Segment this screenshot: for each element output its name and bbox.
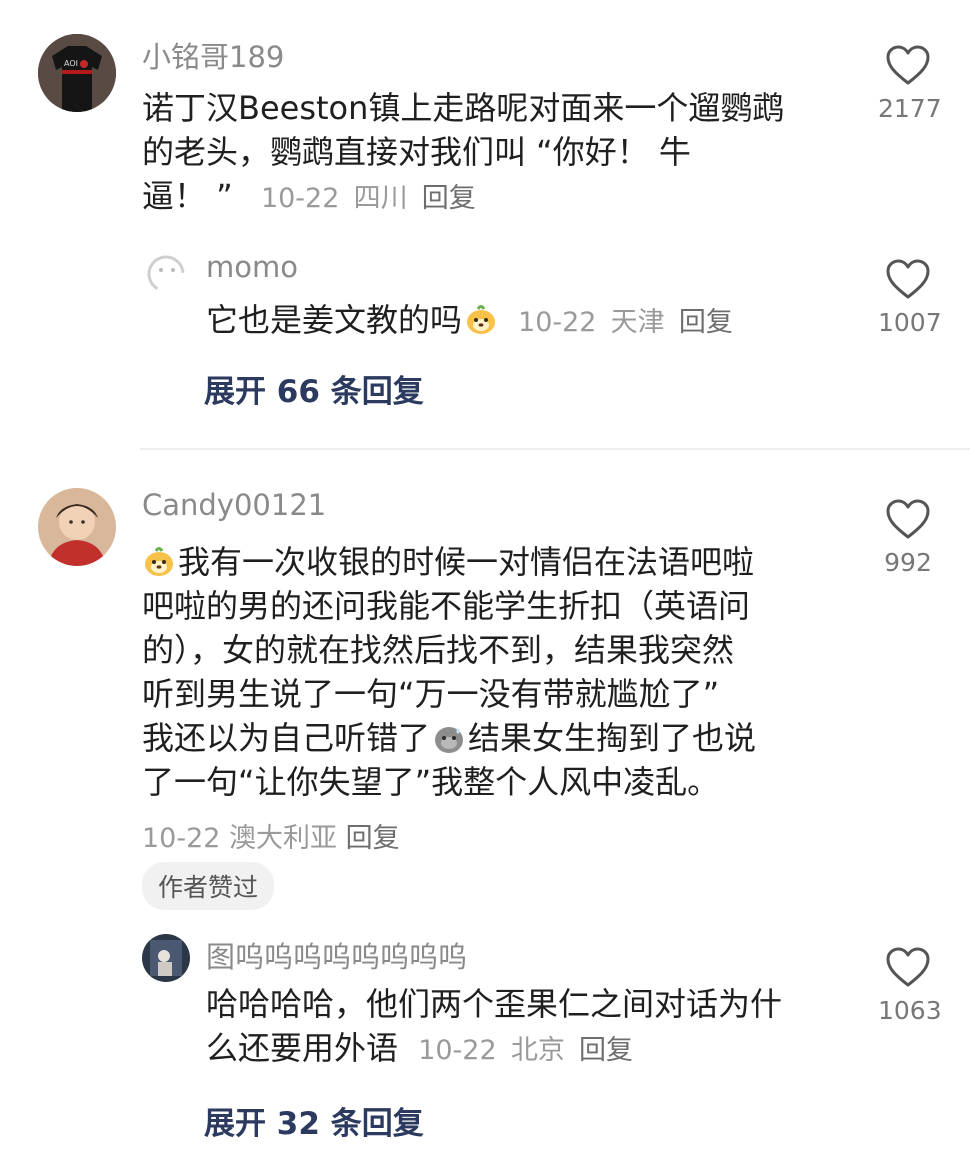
like-count: 2177 [878, 94, 942, 123]
avatar[interactable] [146, 254, 186, 294]
comment-text-line: 我有一次收银的时候一对情侣在法语吧啦 [178, 543, 755, 581]
comment-location: 四川 [353, 183, 408, 214]
puppy-emoji-icon [467, 305, 496, 334]
divider [140, 448, 970, 450]
avatar[interactable] [142, 934, 190, 982]
reply-text: 哈哈哈哈，他们两个歪果仁之间对话为什 么还要用外语 10-22 北京 回复 [206, 982, 856, 1073]
comment-location: 澳大利亚 [229, 823, 338, 854]
comment-text-line: 了一句“让你失望了”我整个人风中凌乱。 [142, 763, 720, 801]
sweat-emoji-icon [435, 727, 464, 753]
author-liked-badge: 作者赞过 [142, 862, 275, 910]
comment-date: 10-22 [142, 823, 221, 854]
comment-username[interactable]: Candy00121 [142, 488, 326, 522]
comment-text-line: 结果女生掏到了也说 [468, 719, 757, 757]
reply-button[interactable]: 回复 [346, 823, 400, 854]
reply-text-line-with-meta: 么还要用外语 10-22 北京 回复 [206, 1026, 856, 1073]
comment-text: 诺丁汉Beeston镇上走路呢对面来一个遛鹦鹉 的老头，鹦鹉直接对我们叫 “你好… [142, 86, 842, 221]
reply-location: 天津 [610, 307, 665, 338]
avatar[interactable]: AOI [38, 34, 116, 112]
comment-text-line: 听到男生说了一句“万一没有带就尴尬了” [142, 675, 720, 713]
comment-meta: 10-22 澳大利亚 回复 [142, 816, 400, 855]
reply-date: 10-22 [518, 307, 597, 338]
reply-location: 北京 [510, 1035, 565, 1066]
expand-replies-button[interactable]: 展开 32 条回复 [204, 1098, 424, 1143]
like-count: 992 [884, 548, 932, 577]
reply-text: 它也是姜文教的吗 [206, 301, 463, 339]
like-count: 1007 [878, 308, 942, 337]
heart-icon [886, 499, 930, 539]
reply-text-line: 哈哈哈哈，他们两个歪果仁之间对话为什 [206, 985, 783, 1023]
comment-text-line: 吧啦的男的还问我能不能学生折扣（英语问 [142, 587, 751, 625]
like-button[interactable]: 2177 [878, 44, 942, 123]
comment-text-line: 诺丁汉Beeston镇上走路呢对面来一个遛鹦鹉 [142, 89, 785, 127]
comment-text-line-with-meta: 逼！ ” 10-22 四川 回复 [142, 174, 842, 221]
svg-text:AOI: AOI [64, 59, 78, 68]
like-button[interactable]: 1063 [878, 946, 942, 1025]
puppy-emoji-icon [145, 547, 173, 576]
comment-text-line: 的老头，鹦鹉直接对我们叫 “你好！ 牛 [142, 133, 691, 171]
comment-text: 我有一次收银的时候一对情侣在法语吧啦 吧啦的男的还问我能不能学生折扣（英语问 的… [142, 540, 842, 804]
reply-text-line: 么还要用外语 [206, 1029, 399, 1067]
comment-date: 10-22 [260, 183, 340, 214]
reply-button[interactable]: 回复 [679, 307, 733, 338]
reply-text-row: 它也是姜文教的吗 10-22 天津 回复 [206, 298, 733, 345]
reply-username[interactable]: 图呜呜呜呜呜呜呜呜 [206, 934, 467, 976]
reply-username[interactable]: momo [206, 250, 298, 284]
reply-button[interactable]: 回复 [422, 183, 476, 214]
like-button[interactable]: 1007 [878, 258, 942, 337]
heart-icon [886, 947, 930, 987]
comment-text-line: 的），女的就在找然后找不到，结果我突然 [142, 631, 735, 669]
reply-date: 10-22 [418, 1035, 497, 1066]
like-count: 1063 [878, 996, 942, 1025]
reply-button[interactable]: 回复 [579, 1035, 633, 1066]
heart-icon [886, 259, 930, 299]
comment-text-line-with-emoji: 我还以为自己听错了 结果女生掏到了也说 [142, 716, 842, 760]
comment-text-line: 我还以为自己听错了 [142, 719, 431, 757]
expand-replies-button[interactable]: 展开 66 条回复 [204, 366, 424, 411]
avatar[interactable] [38, 488, 116, 566]
comment-text-line: 逼！ ” [142, 177, 233, 215]
comment-username[interactable]: 小铭哥189 [142, 34, 284, 76]
like-button[interactable]: 992 [878, 498, 938, 577]
comment-text-line-with-emoji: 我有一次收银的时候一对情侣在法语吧啦 [142, 540, 842, 584]
heart-icon [886, 45, 930, 85]
